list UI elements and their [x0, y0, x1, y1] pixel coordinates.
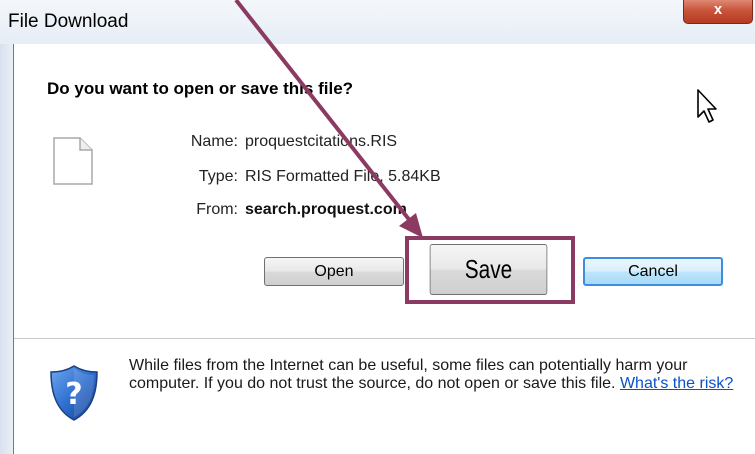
whats-the-risk-link[interactable]: What's the risk? — [620, 375, 733, 392]
type-value: RIS Formatted File, 5.84KB — [245, 168, 441, 185]
section-divider-highlight — [14, 339, 755, 340]
from-value: search.proquest.com — [245, 201, 407, 218]
close-icon: x — [713, 1, 723, 18]
blank-document-icon — [53, 137, 93, 185]
mouse-cursor-icon — [697, 89, 717, 123]
save-highlight-box — [405, 236, 575, 304]
warning-text: While files from the Internet can be use… — [129, 357, 688, 392]
window-frame-left — [0, 44, 13, 454]
close-button[interactable]: x — [683, 0, 753, 24]
security-warning: While files from the Internet can be use… — [129, 357, 739, 393]
shield-question-icon: ? — [50, 365, 98, 421]
title-bar[interactable]: File Download x — [0, 0, 755, 44]
cancel-button[interactable]: Cancel — [583, 257, 723, 286]
svg-text:?: ? — [65, 377, 82, 412]
open-button[interactable]: Open — [264, 257, 404, 286]
window-title: File Download — [8, 11, 129, 32]
name-value: proquestcitations.RIS — [245, 133, 398, 150]
type-label: Type: — [198, 168, 238, 185]
name-label: Name: — [190, 133, 238, 150]
dialog-question: Do you want to open or save this file? — [47, 79, 354, 98]
from-label: From: — [196, 201, 238, 218]
